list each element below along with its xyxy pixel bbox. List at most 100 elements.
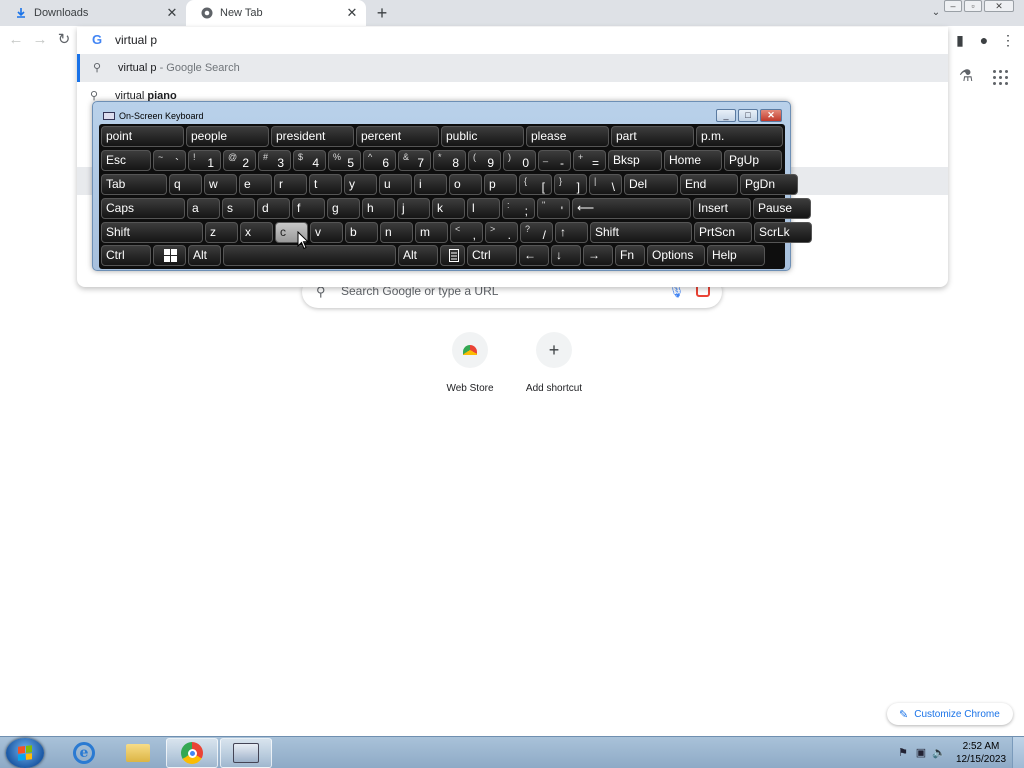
key-help[interactable]: Help [707,245,765,266]
customize-chrome-button[interactable]: ✎ Customize Chrome [887,703,1013,725]
tab-new-tab[interactable]: New Tab ✕ [186,0,366,26]
key-scrlk[interactable]: ScrLk [754,222,812,243]
volume-icon[interactable]: 🔈 [932,746,946,760]
key-3[interactable]: #3 [258,150,291,171]
close-icon[interactable]: ✕ [164,5,180,21]
key-x[interactable]: x [240,222,273,243]
key-ctrl[interactable]: Ctrl [101,245,151,266]
key-⟵[interactable]: ⟵ [572,198,691,219]
key-l[interactable]: l [467,198,500,219]
menu-key-icon[interactable] [440,245,465,266]
key-alt[interactable]: Alt [398,245,438,266]
shortcut-web-store[interactable]: Web Store [430,332,510,394]
close-window-button[interactable]: ✕ [984,0,1014,12]
back-icon[interactable]: ← [7,31,25,49]
key-q[interactable]: q [169,174,202,195]
key-shift[interactable]: Shift [101,222,203,243]
maximize-button[interactable]: □ [738,109,758,122]
key-→[interactable]: → [583,245,613,266]
key-home[interactable]: Home [664,150,722,171]
taskbar-osk[interactable] [220,738,272,768]
key-p[interactable]: p [484,174,517,195]
key-↓[interactable]: ↓ [551,245,581,266]
minimize-button[interactable]: – [944,0,962,12]
key-bksp[interactable]: Bksp [608,150,662,171]
key-/[interactable]: ? / [520,222,553,243]
shortcut-add[interactable]: + Add shortcut [514,332,594,394]
key-f[interactable]: f [292,198,325,219]
key-fn[interactable]: Fn [615,245,645,266]
key-pgup[interactable]: PgUp [724,150,782,171]
key-j[interactable]: j [397,198,430,219]
key-del[interactable]: Del [624,174,678,195]
key-[[interactable]: {[ [519,174,552,195]
key-↑[interactable]: ↑ [555,222,588,243]
key-insert[interactable]: Insert [693,198,751,219]
minimize-button[interactable]: _ [716,109,736,122]
key-alt[interactable]: Alt [188,245,221,266]
key-shift[interactable]: Shift [590,222,692,243]
key-r[interactable]: r [274,174,307,195]
prediction-key[interactable]: president [271,126,354,147]
flask-icon[interactable]: ⚗ [956,67,976,87]
key-options[interactable]: Options [647,245,705,266]
key-t[interactable]: t [309,174,342,195]
menu-icon[interactable]: ⋮ [999,31,1017,49]
key-h[interactable]: h [362,198,395,219]
key-ctrl[interactable]: Ctrl [467,245,517,266]
prediction-key[interactable]: please [526,126,609,147]
key-0[interactable]: ) 0 [503,150,536,171]
key-caps[interactable]: Caps [101,198,185,219]
key-4[interactable]: $4 [293,150,326,171]
key-d[interactable]: d [257,198,290,219]
osk-titlebar[interactable]: On-Screen Keyboard [103,111,204,121]
key-2[interactable]: @2 [223,150,256,171]
close-icon[interactable]: ✕ [344,5,360,21]
prediction-key[interactable]: p.m. [696,126,783,147]
key-s[interactable]: s [222,198,255,219]
taskbar-explorer[interactable] [112,738,164,768]
key-7[interactable]: & 7 [398,150,431,171]
key-5[interactable]: % 5 [328,150,361,171]
new-tab-button[interactable]: + [372,3,392,23]
key-6[interactable]: ^ 6 [363,150,396,171]
key-;[interactable]: :; [502,198,535,219]
key-u[interactable]: u [379,174,412,195]
key--[interactable]: _ - [538,150,571,171]
key-n[interactable]: n [380,222,413,243]
tab-downloads[interactable]: Downloads ✕ [0,0,186,26]
key-w[interactable]: w [204,174,237,195]
key-v[interactable]: v [310,222,343,243]
key-g[interactable]: g [327,198,360,219]
key-e[interactable]: e [239,174,272,195]
key-\[interactable]: | \ [589,174,622,195]
key-=[interactable]: + = [573,150,606,171]
key-`[interactable]: ~ ` [153,150,186,171]
taskbar-ie[interactable]: e [58,738,110,768]
key-,[interactable]: <, [450,222,483,243]
key-k[interactable]: k [432,198,465,219]
omnibox-input[interactable]: G virtual p [77,27,948,53]
key-pgdn[interactable]: PgDn [740,174,798,195]
suggestion-item[interactable]: ⚲ virtual p - Google Search [77,54,948,82]
key-o[interactable]: o [449,174,482,195]
prediction-key[interactable]: people [186,126,269,147]
show-desktop-button[interactable] [1012,737,1024,768]
key-'[interactable]: " ' [537,198,570,219]
profile-icon[interactable]: ● [975,31,993,49]
clock[interactable]: 2:52 AM 12/15/2023 [950,740,1012,766]
key-.[interactable]: >. [485,222,518,243]
key-end[interactable]: End [680,174,738,195]
close-button[interactable]: ✕ [760,109,782,122]
key-1[interactable]: ! 1 [188,150,221,171]
key-][interactable]: }] [554,174,587,195]
start-button[interactable] [6,738,44,768]
key-pause[interactable]: Pause [753,198,811,219]
key-prtscn[interactable]: PrtScn [694,222,752,243]
key-esc[interactable]: Esc [101,150,151,171]
key-m[interactable]: m [415,222,448,243]
key-i[interactable]: i [414,174,447,195]
prediction-key[interactable]: percent [356,126,439,147]
prediction-key[interactable]: point [101,126,184,147]
forward-icon[interactable]: → [31,31,49,49]
